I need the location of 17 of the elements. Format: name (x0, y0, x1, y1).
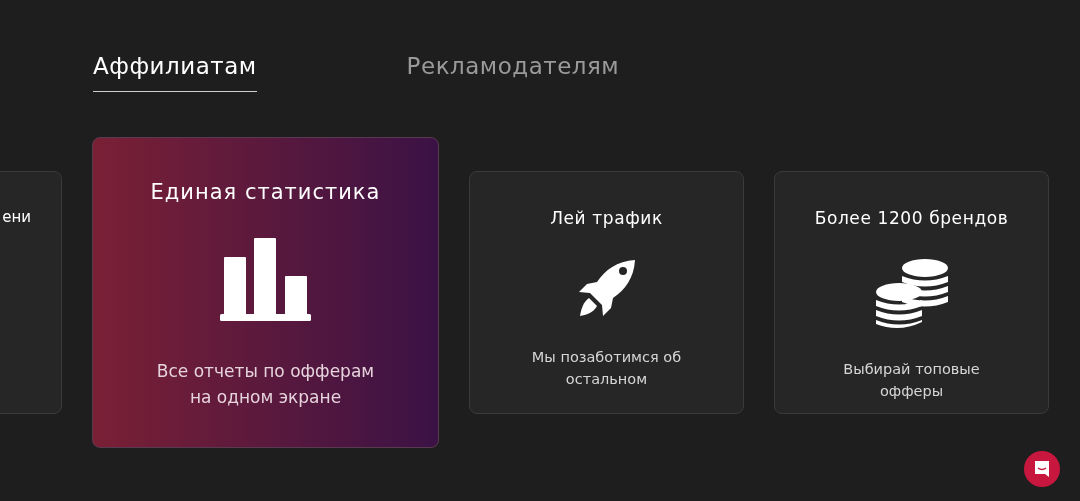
card-description: Мы позаботимся об остальном (530, 348, 683, 389)
chat-icon (1033, 460, 1051, 478)
feature-card[interactable]: Более 1200 брендов Выбирай топовые офферы (774, 171, 1049, 414)
card-description: Все отчеты по офферам на одном экране (155, 360, 376, 409)
feature-card[interactable]: Лей трафик Мы позаботимся об остальном (469, 171, 744, 414)
feature-card[interactable]: Единая статистика Все отчеты по офферам на одном экране (92, 137, 439, 448)
feature-card[interactable]: ени (0, 171, 62, 414)
coin-stack-icon (874, 258, 949, 330)
card-title: Единая статистика (150, 180, 381, 204)
card-description: Выбирай топовые офферы (842, 360, 981, 401)
bar-chart-icon (219, 238, 312, 322)
tab[interactable]: Рекламодателям (406, 50, 620, 92)
card-title: ени (2, 208, 31, 226)
card-title: Более 1200 брендов (814, 208, 1009, 228)
chat-button[interactable] (1024, 451, 1060, 487)
tab[interactable]: Аффилиатам (93, 50, 257, 92)
card-title: Лей трафик (550, 208, 663, 228)
